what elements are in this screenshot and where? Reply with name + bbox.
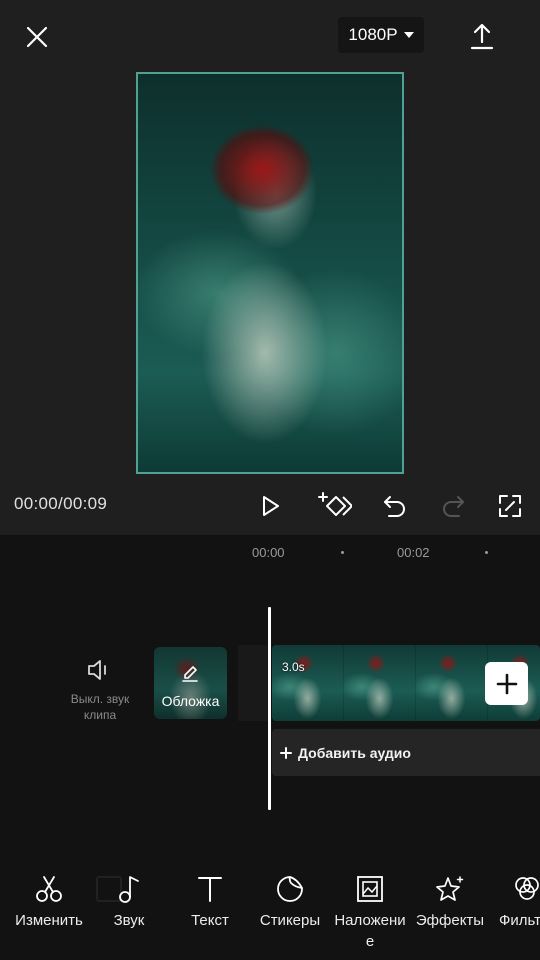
tool-text-label: Текст (191, 912, 229, 929)
ruler-dot (485, 551, 488, 554)
playback-time: 00:00/00:09 (14, 494, 108, 513)
mute-label-line1: Выкл. звук (70, 692, 130, 706)
tool-stickers[interactable]: Стикеры (250, 872, 330, 931)
export-upload-icon (470, 23, 494, 50)
tool-effects-label: Эффекты (415, 912, 485, 929)
undo-button[interactable] (375, 486, 415, 526)
cover-label: Обложка (161, 693, 220, 709)
bottom-toolbar: Изменить Звук Текст Стикеры Наложени е Э… (0, 860, 540, 960)
chevron-down-icon (403, 32, 414, 38)
close-button[interactable] (18, 18, 56, 56)
video-preview[interactable] (136, 72, 404, 474)
clip-frame (272, 645, 344, 721)
overlay-icon (357, 876, 383, 902)
tool-edit[interactable]: Изменить (9, 872, 89, 931)
play-icon (263, 496, 279, 516)
keyframe-icon (318, 492, 352, 516)
add-audio-button[interactable]: Добавить аудио (272, 729, 540, 776)
effects-star-icon (436, 876, 464, 901)
tool-sound[interactable]: Звук (89, 872, 169, 931)
add-audio-label: Добавить аудио (298, 744, 411, 761)
ruler-mark-1: 00:02 (397, 545, 430, 560)
tool-stickers-label: Стикеры (259, 912, 321, 929)
tool-overlay[interactable]: Наложени е (330, 872, 410, 952)
redo-button[interactable] (433, 486, 473, 526)
resolution-label: 1080P (348, 25, 398, 44)
tool-overlay-label-line2: е (365, 933, 375, 950)
speaker-icon (88, 660, 106, 680)
text-icon (198, 877, 222, 902)
tool-sound-label: Звук (113, 912, 145, 929)
tool-edit-label: Изменить (15, 912, 83, 929)
mute-clip-button[interactable]: Выкл. звук клипа (60, 655, 140, 723)
clip-frame (344, 645, 416, 721)
playhead[interactable] (268, 607, 271, 810)
ruler-dot (341, 551, 344, 554)
add-clip-button[interactable] (485, 662, 528, 705)
undo-icon (384, 496, 405, 517)
resolution-dropdown[interactable]: 1080P (338, 17, 424, 53)
play-button[interactable] (250, 486, 290, 526)
tool-overlay-label-line1: Наложени (334, 912, 406, 929)
timeline-gap (238, 645, 268, 721)
mute-label-line2: клипа (83, 708, 117, 722)
clip-duration: 3.0s (282, 660, 305, 674)
tool-filters[interactable]: Фильт (490, 872, 540, 931)
scissors-icon (36, 876, 62, 902)
close-icon (26, 26, 48, 48)
keyframe-button[interactable] (315, 486, 355, 526)
plus-icon (496, 673, 517, 694)
clip-frame (416, 645, 488, 721)
plus-icon (280, 746, 292, 759)
tool-filters-label: Фильт (499, 912, 540, 929)
cover-button[interactable]: Обложка (154, 647, 227, 719)
filters-icon (515, 877, 539, 900)
music-note-icon (119, 876, 139, 903)
tool-effects[interactable]: Эффекты (410, 872, 490, 931)
fullscreen-button[interactable] (490, 486, 530, 526)
redo-icon (443, 496, 464, 517)
tool-text[interactable]: Текст (170, 872, 250, 931)
sticker-icon (277, 876, 303, 902)
export-button[interactable] (462, 16, 502, 56)
ruler-mark-0: 00:00 (252, 545, 285, 560)
edit-pencil-icon (182, 666, 198, 682)
fullscreen-icon (499, 495, 521, 517)
